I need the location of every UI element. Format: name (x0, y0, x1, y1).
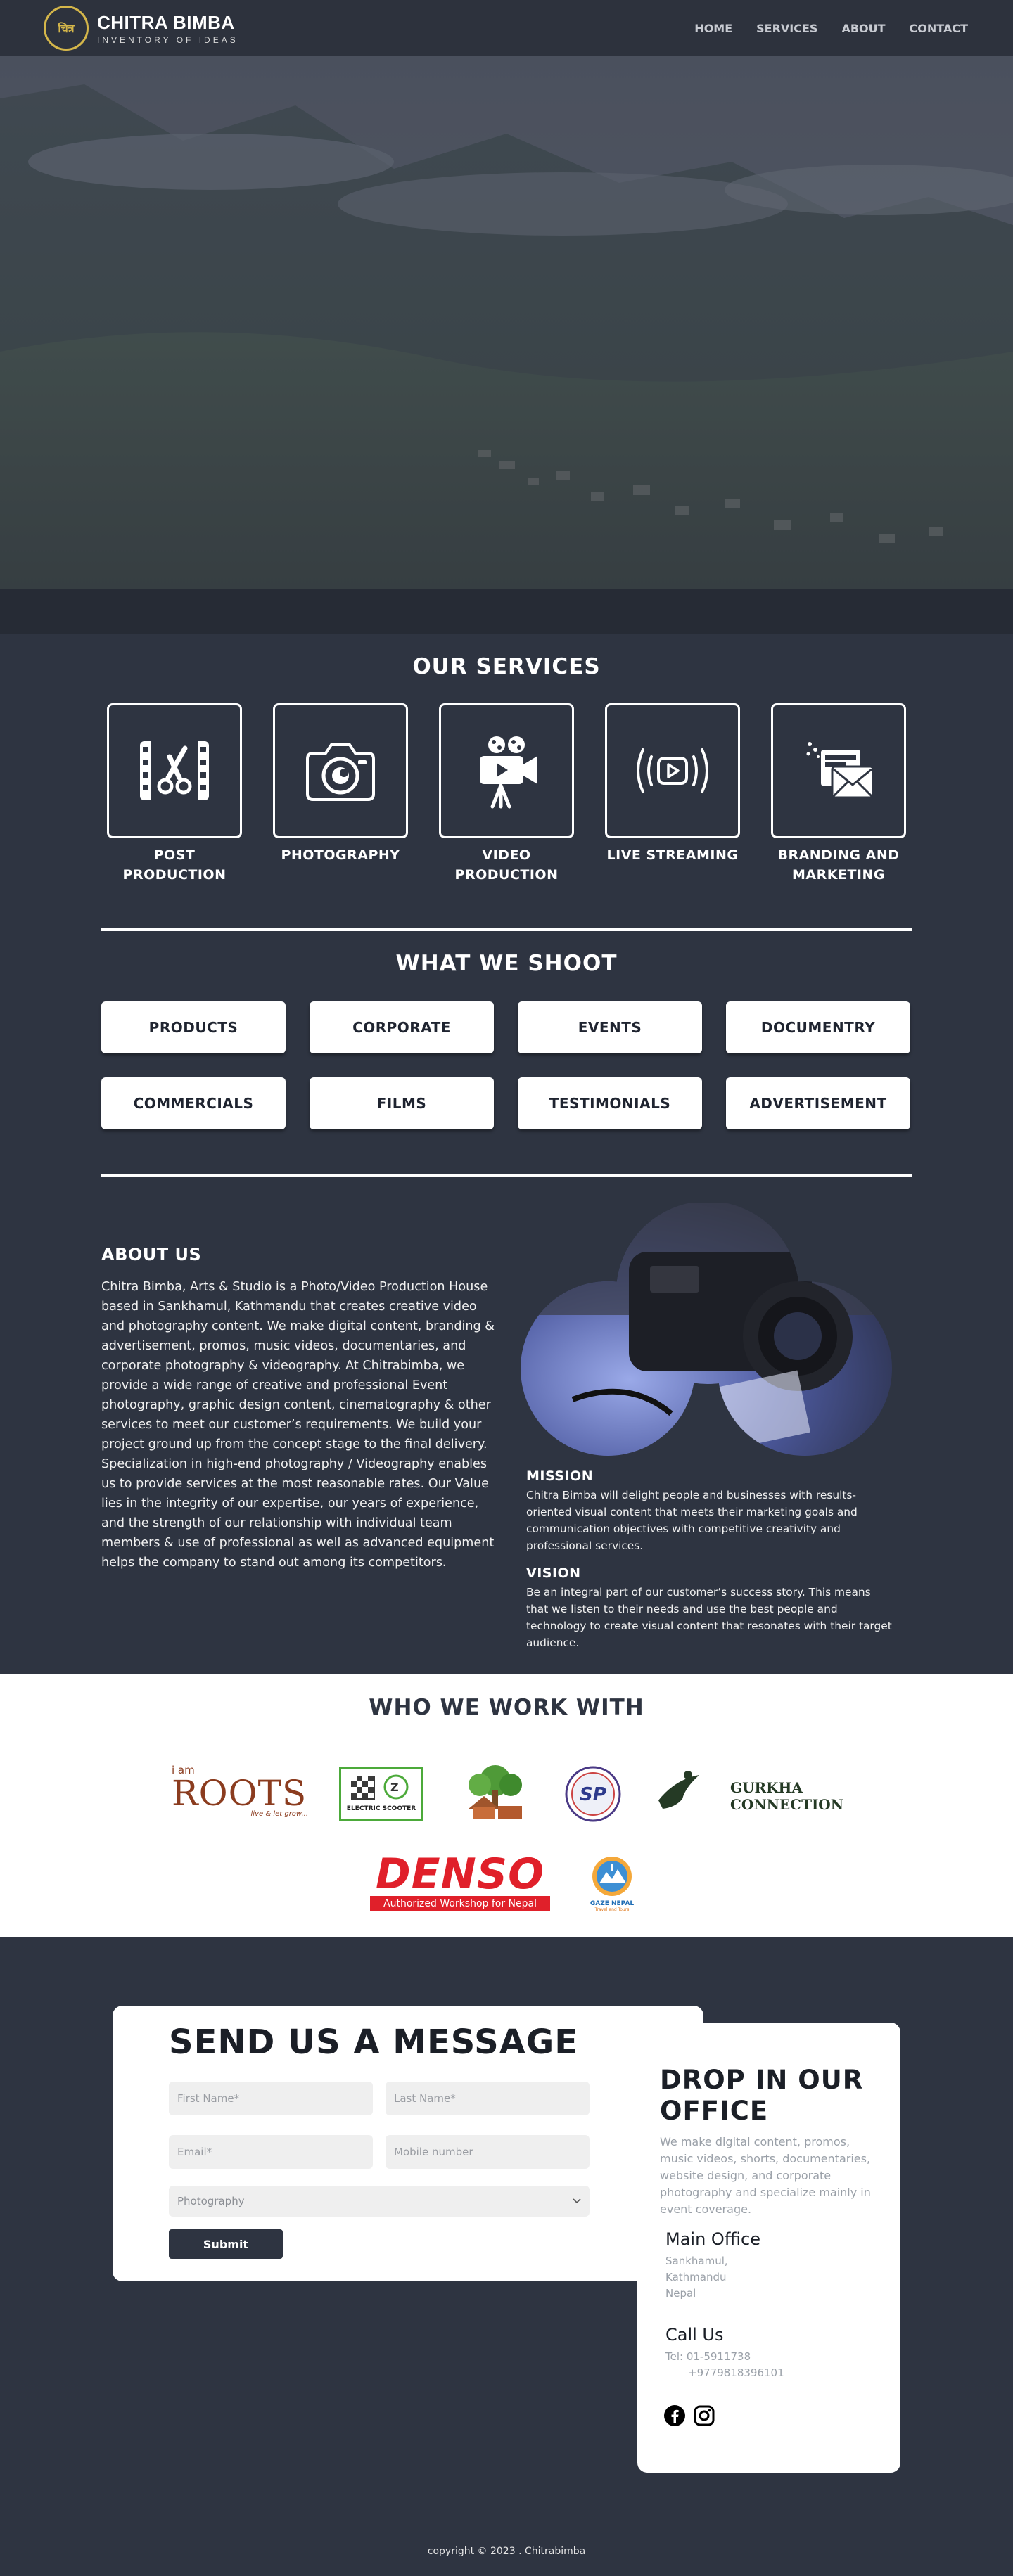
about-camera-image (521, 1203, 892, 1456)
sp-logo: SP (565, 1766, 621, 1822)
partners-title: WHO WE WORK WITH (369, 1695, 644, 1720)
camera-icon (306, 743, 375, 801)
chevron-down-icon (573, 2198, 581, 2204)
telephone: Tel: 01-5911738 (665, 2350, 751, 2363)
shoot-films-button[interactable]: FILMS (310, 1077, 494, 1129)
shoot-products-button[interactable]: PRODUCTS (101, 1001, 286, 1053)
service-label: POST PRODUCTION (122, 847, 227, 883)
tree-home-logo (469, 1765, 522, 1819)
logo-subtitle: INVENTORY OF IDEAS (97, 34, 238, 45)
nav-home[interactable]: HOME (694, 22, 732, 35)
footer-copyright: copyright © 2023 . Chitrabimba (427, 2546, 586, 2557)
office-description: We make digital content, promos, music v… (660, 2135, 871, 2216)
hero-image (0, 56, 1013, 589)
logo[interactable]: चित्र CHITRA BIMBA INVENTORY OF IDEAS (44, 6, 238, 51)
gaze-nepal-logo: GAZE NEPAL Travel and Tours (584, 1854, 640, 1917)
mobile-field[interactable]: Mobile number (386, 2135, 590, 2169)
hero-bottom-band (0, 589, 1013, 634)
service-select-value: Photography (177, 2195, 245, 2207)
branding-mail-icon (806, 742, 874, 799)
about-section: ABOUT US Chitra Bimba, Arts & Studio is … (101, 1245, 502, 1572)
social-links (663, 2404, 716, 2428)
live-stream-icon (637, 748, 708, 793)
shoot-advertisement-button[interactable]: ADVERTISEMENT (726, 1077, 910, 1129)
shoot-commercials-button[interactable]: COMMERCIALS (101, 1077, 286, 1129)
office-title: DROP IN OUR OFFICE (660, 2065, 864, 2126)
shoot-categories: PRODUCTS CORPORATE EVENTS DOCUMENTRY COM… (101, 1001, 912, 1129)
nav-services[interactable]: SERVICES (756, 22, 817, 35)
mission-title: MISSION (526, 1468, 594, 1484)
first-name-field[interactable]: First Name* (169, 2082, 373, 2115)
call-us-title: Call Us (665, 2325, 724, 2345)
shoot-testimonials-button[interactable]: TESTIMONIALS (518, 1077, 702, 1129)
service-photography[interactable]: PHOTOGRAPHY (273, 703, 408, 885)
about-title: ABOUT US (101, 1245, 202, 1264)
phone-numbers: Tel: 01-5911738 +9779818396101 (665, 2349, 784, 2381)
section-divider (101, 1174, 912, 1177)
video-camera-icon (480, 736, 537, 809)
service-post-production[interactable]: POST PRODUCTION (107, 703, 242, 885)
electric-scooter-logo: Z ELECTRIC SCOOTER (339, 1767, 423, 1821)
instagram-icon[interactable] (692, 2404, 716, 2428)
last-name-field[interactable]: Last Name* (386, 2082, 590, 2115)
service-branding-marketing[interactable]: BRANDING AND MARKETING (771, 703, 906, 885)
shoot-corporate-button[interactable]: CORPORATE (310, 1001, 494, 1053)
mobile-number: +9779818396101 (688, 2366, 784, 2379)
film-cut-icon (140, 741, 209, 800)
denso-logo: DENSO Authorized Workshop for Nepal (370, 1852, 550, 1913)
top-navbar: चित्र CHITRA BIMBA INVENTORY OF IDEAS HO… (0, 0, 1013, 56)
shoot-events-button[interactable]: EVENTS (518, 1001, 702, 1053)
services-title: OUR SERVICES (412, 654, 601, 679)
svg-text:SP: SP (580, 1784, 606, 1805)
nav-contact[interactable]: CONTACT (910, 22, 968, 35)
mission-text: Chitra Bimba will delight people and bus… (526, 1489, 858, 1552)
svg-text:Z: Z (390, 1781, 399, 1794)
service-live-streaming[interactable]: LIVE STREAMING (605, 703, 740, 885)
shoot-title: WHAT WE SHOOT (395, 951, 618, 976)
service-label: VIDEO PRODUCTION (454, 847, 559, 883)
gurkha-connection-logo: GURKHA CONNECTION (654, 1765, 843, 1821)
office-card: DROP IN OUR OFFICE We make digital conte… (637, 2023, 900, 2473)
roots-logo: i am ROOTS live & let grow... (172, 1764, 308, 1818)
email-field[interactable]: Email* (169, 2135, 373, 2169)
vision-text: Be an integral part of our customer’s su… (526, 1586, 892, 1649)
office-address: Sankhamul, Kathmandu Nepal (665, 2255, 728, 2300)
submit-button[interactable]: Submit (169, 2229, 283, 2259)
main-menu: HOME SERVICES ABOUT CONTACT (694, 0, 968, 56)
logo-title: CHITRA BIMBA (97, 11, 235, 33)
mission-block: MISSION Chitra Bimba will delight people… (526, 1468, 892, 1554)
service-label: PHOTOGRAPHY (281, 847, 400, 863)
vision-block: VISION Be an integral part of our custom… (526, 1565, 892, 1651)
shoot-documentry-button[interactable]: DOCUMENTRY (726, 1001, 910, 1053)
logo-emblem: चित्र (44, 6, 89, 51)
service-video-production[interactable]: VIDEO PRODUCTION (439, 703, 574, 885)
main-office-title: Main Office (665, 2229, 760, 2249)
section-divider (101, 928, 912, 931)
services-list: POST PRODUCTION PHOTOGRAPHY VIDEO PRODUC… (107, 703, 906, 885)
about-text: Chitra Bimba, Arts & Studio is a Photo/V… (101, 1280, 495, 1570)
service-label: LIVE STREAMING (606, 847, 739, 863)
vision-title: VISION (526, 1565, 581, 1581)
service-select[interactable]: Photography (169, 2186, 590, 2217)
nav-about[interactable]: ABOUT (841, 22, 885, 35)
facebook-icon[interactable] (663, 2404, 687, 2428)
form-title: SEND US A MESSAGE (169, 2023, 579, 2062)
service-label: BRANDING AND MARKETING (777, 847, 900, 883)
